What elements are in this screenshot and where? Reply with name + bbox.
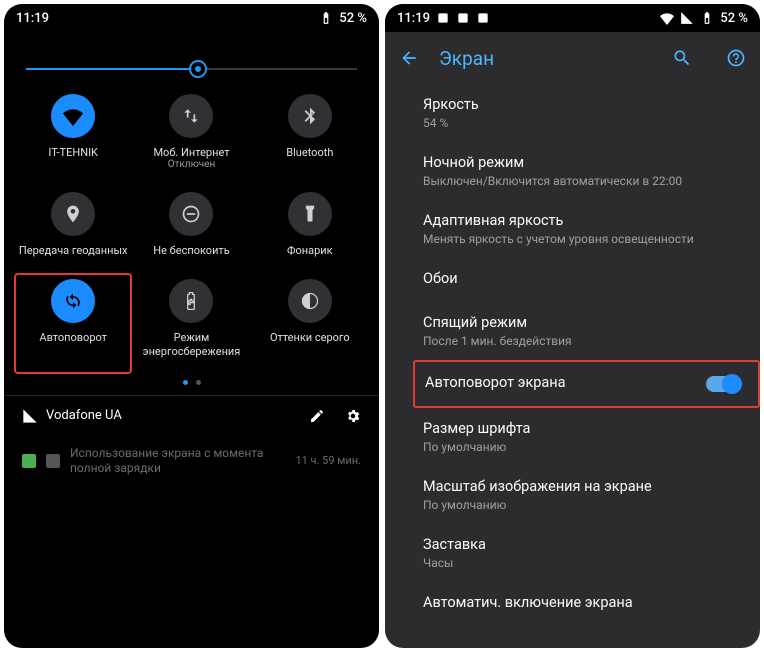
page-indicator xyxy=(4,374,379,395)
qs-tiles-grid: IT-TEHNIK Моб. Интернет Отключен Bluetoo… xyxy=(4,88,379,374)
wifi-icon xyxy=(660,11,674,25)
battery-icon xyxy=(319,11,333,25)
tile-autorotate[interactable]: Автоповорот xyxy=(14,273,132,373)
page-title: Экран xyxy=(439,47,652,70)
tile-mobile-data[interactable]: Моб. Интернет Отключен xyxy=(132,88,250,186)
bluetooth-icon xyxy=(288,94,332,138)
back-icon[interactable] xyxy=(399,48,419,68)
clock: 11:19 xyxy=(16,11,49,26)
search-icon[interactable] xyxy=(672,48,692,68)
setting-brightness[interactable]: Яркость 54 % xyxy=(423,84,760,142)
tile-location[interactable]: Передача геоданных xyxy=(14,186,132,273)
location-icon xyxy=(51,192,95,236)
status-icons: 52 % xyxy=(319,11,367,26)
setting-font-size[interactable]: Размер шрифта По умолчанию xyxy=(423,408,760,466)
display-settings-screen: 11:19 52 % Экран Яркость 54 % Ночной реж… xyxy=(385,4,760,648)
dot-2 xyxy=(196,380,201,385)
tile-flashlight[interactable]: Фонарик xyxy=(251,186,369,273)
battery-notification[interactable]: Использование экрана с момента полной за… xyxy=(4,436,379,491)
setting-autorotate[interactable]: Автоповорот экрана xyxy=(413,360,760,408)
setting-night-mode[interactable]: Ночной режим Выключен/Включится автомати… xyxy=(423,142,760,200)
settings-icon[interactable] xyxy=(345,408,361,424)
flashlight-icon xyxy=(288,192,332,236)
quick-settings-panel: 11:19 52 % IT-TEHNIK Моб. Интернет Отклю… xyxy=(4,4,379,648)
brightness-slider[interactable] xyxy=(4,32,379,88)
autorotate-icon xyxy=(51,279,95,323)
tile-battery-saver[interactable]: Режим энергосбережения xyxy=(132,273,250,373)
battery-saver-icon xyxy=(169,279,213,323)
setting-screensaver[interactable]: Заставка Часы xyxy=(423,524,760,582)
setting-adaptive-brightness[interactable]: Адаптивная яркость Менять яркость с учет… xyxy=(423,200,760,258)
clock: 11:19 xyxy=(397,11,430,26)
app-icon-2 xyxy=(476,11,490,25)
app-icon-1 xyxy=(436,11,450,25)
dot-1 xyxy=(183,380,188,385)
tile-wifi[interactable]: IT-TEHNIK xyxy=(14,88,132,186)
signal-icon xyxy=(22,408,38,424)
qs-footer: Vodafone UA xyxy=(4,395,379,436)
setting-wallpaper[interactable]: Обои xyxy=(423,258,760,302)
setting-sleep[interactable]: Спящий режим После 1 мин. бездействия xyxy=(423,302,760,360)
status-bar: 11:19 52 % xyxy=(4,4,379,32)
app-icon xyxy=(46,454,60,468)
battery-pct: 52 % xyxy=(720,11,748,26)
dnd-icon xyxy=(169,192,213,236)
autorotate-toggle[interactable] xyxy=(706,376,740,392)
setting-display-size[interactable]: Масштаб изображения на экране По умолчан… xyxy=(423,466,760,524)
data-icon xyxy=(169,94,213,138)
evernote-icon xyxy=(22,454,36,468)
tile-dnd[interactable]: Не беспокоить xyxy=(132,186,250,273)
setting-ambient[interactable]: Автоматич. включение экрана xyxy=(423,582,760,618)
status-bar: 11:19 52 % xyxy=(385,4,760,32)
evernote-icon xyxy=(456,11,470,25)
tile-bluetooth[interactable]: Bluetooth xyxy=(251,88,369,186)
grayscale-icon xyxy=(288,279,332,323)
signal-icon xyxy=(680,11,694,25)
notif-time: 11 ч. 59 мин. xyxy=(295,454,361,468)
carrier-name: Vodafone UA xyxy=(46,408,122,423)
edit-icon[interactable] xyxy=(309,408,325,424)
battery-icon xyxy=(700,11,714,25)
settings-list[interactable]: Яркость 54 % Ночной режим Выключен/Включ… xyxy=(385,84,760,648)
help-icon[interactable] xyxy=(726,48,746,68)
battery-pct: 52 % xyxy=(339,11,367,26)
brightness-thumb[interactable] xyxy=(189,60,207,78)
appbar: Экран xyxy=(385,32,760,84)
tile-grayscale[interactable]: Оттенки серого xyxy=(251,273,369,373)
wifi-icon xyxy=(51,94,95,138)
